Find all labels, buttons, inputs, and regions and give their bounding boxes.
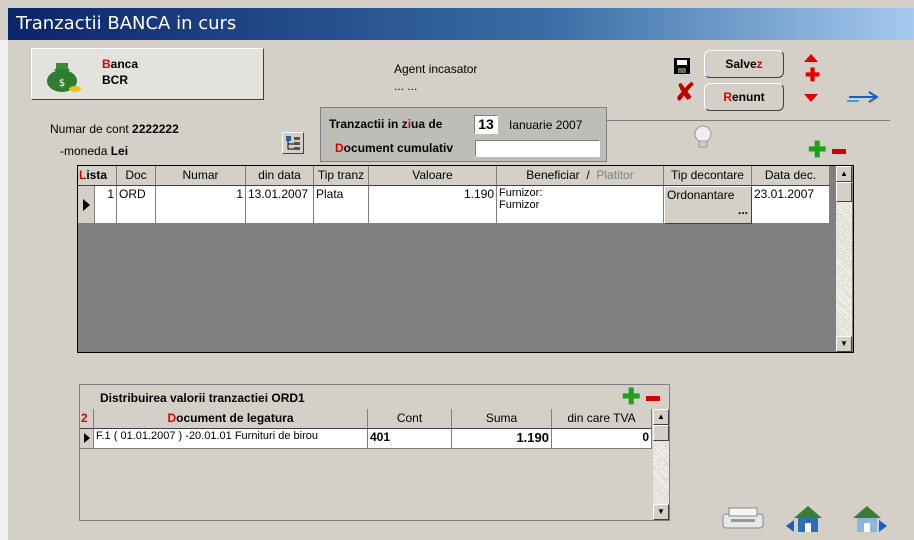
month-year: Ianuarie 2007 (509, 118, 583, 132)
beneficiar-value: Furnizor: (499, 187, 543, 199)
tip-decontare-button[interactable]: Ordonantare... (664, 186, 752, 224)
remove-distribution-icon[interactable] (646, 396, 660, 401)
dist-scroll-down-button[interactable]: ▼ (653, 504, 669, 520)
day-label: Tranzactii in ziua de (329, 117, 443, 131)
currency-row: -moneda Lei (60, 144, 128, 158)
printer-icon[interactable] (719, 505, 767, 531)
save-hotkey: z (756, 57, 763, 71)
cell-tip-tranz[interactable]: Plata (314, 186, 369, 224)
cell-document-legatura[interactable]: F.1 ( 01.01.2007 ) -20.01.01 Furnituri d… (94, 429, 368, 449)
add-row-icon[interactable]: ✚ (808, 139, 826, 161)
account-row: Numar de cont 2222222 (50, 122, 179, 136)
cancel-button[interactable]: Renunt (704, 83, 784, 111)
save-label: Salve (725, 57, 757, 71)
home-icon[interactable] (843, 500, 895, 536)
next-arrow-icon[interactable] (804, 94, 818, 102)
col-valoare[interactable]: Valoare (369, 166, 497, 186)
agent-label: Agent incasator (394, 62, 478, 76)
platitor-value: Furnizor (499, 199, 540, 211)
tree-icon (286, 136, 300, 150)
col-beneficiar[interactable]: Beneficiar / Platitor (497, 166, 664, 186)
dist-scroll-thumb[interactable] (653, 425, 669, 441)
cell-numar[interactable]: 1 (156, 186, 246, 224)
distribution-grid: 2 Document de legatura Cont Suma din car… (80, 409, 669, 520)
window-title-bar: Tranzactii BANCA in curs (8, 8, 914, 40)
floppy-disk-icon (674, 58, 690, 74)
left-edge (0, 40, 8, 540)
add-red-icon[interactable]: ✚ (805, 66, 820, 84)
swap-arrows-icon[interactable] (845, 88, 881, 106)
bank-label: anca (110, 57, 139, 71)
transactions-grid: Lista Doc Numar din data Tip tranz Valoa… (77, 165, 854, 353)
lightbulb-icon[interactable] (692, 124, 714, 150)
money-bag-icon: $ (47, 63, 81, 92)
bank-label-hotkey: B (102, 57, 111, 71)
cell-tva[interactable]: 0 (552, 429, 652, 449)
cell-doc[interactable]: ORD (117, 186, 156, 224)
dist-scroll-up-button[interactable]: ▲ (653, 409, 669, 425)
distribution-panel: Distribuirea valorii tranzactiei ORD1 ✚ … (79, 384, 670, 521)
col-cont[interactable]: Cont (368, 409, 452, 429)
table-row[interactable]: F.1 ( 01.01.2007 ) -20.01.01 Furnituri d… (80, 429, 652, 449)
row-indicator (80, 429, 94, 449)
col-numar[interactable]: Numar (156, 166, 246, 186)
divider (607, 120, 890, 121)
col-suma[interactable]: Suma (452, 409, 552, 429)
col-tip-tranz[interactable]: Tip tranz (314, 166, 369, 186)
day-panel: Tranzactii in ziua de 13 Ianuarie 2007 D… (320, 107, 607, 162)
agent-value[interactable]: ... ... (394, 79, 417, 93)
row-indicator (78, 186, 95, 224)
distribution-row-num: 2 (80, 409, 94, 429)
col-doc[interactable]: Doc (117, 166, 156, 186)
window-title: Tranzactii BANCA in curs (16, 13, 237, 34)
home-exit-icon[interactable] (784, 500, 836, 536)
currency-label: -moneda (60, 144, 108, 158)
cell-cont[interactable]: 401 (368, 429, 452, 449)
currency-value: Lei (110, 144, 129, 158)
remove-row-icon[interactable] (832, 149, 846, 154)
cumulative-input[interactable] (475, 140, 600, 157)
col-data-dec[interactable]: Data dec. (752, 166, 830, 186)
add-distribution-icon[interactable]: ✚ (622, 386, 640, 408)
col-document-legatura[interactable]: Document de legatura (94, 409, 368, 429)
scroll-up-button[interactable]: ▲ (836, 166, 852, 182)
tip-decontare-ellipsis: ... (737, 203, 748, 217)
cumulative-label: Document cumulativ (335, 141, 454, 155)
distribution-title: Distribuirea valorii tranzactiei ORD1 (100, 391, 305, 405)
cell-beneficiar[interactable]: Furnizor: Furnizor (497, 186, 664, 224)
cell-valoare[interactable]: 1.190 (369, 186, 497, 224)
cancel-label: enunt (732, 90, 765, 104)
cell-suma[interactable]: 1.190 (452, 429, 552, 449)
cell-lista[interactable]: 1 (95, 186, 117, 224)
bank-selector[interactable]: $ Banca BCR (31, 48, 264, 100)
table-row[interactable]: 1 ORD 1 13.01.2007 Plata 1.190 Furnizor:… (78, 186, 830, 224)
tree-view-button[interactable] (282, 132, 304, 154)
col-lista[interactable]: Lista (78, 166, 117, 186)
previous-arrow-icon[interactable] (804, 54, 818, 62)
col-din-data[interactable]: din data (246, 166, 314, 186)
cancel-x-icon: ✘ (674, 78, 696, 108)
save-button[interactable]: Salvez (704, 50, 784, 78)
col-tip-decontare[interactable]: Tip decontare (664, 166, 752, 186)
col-tva[interactable]: din care TVA (552, 409, 652, 429)
scroll-thumb[interactable] (836, 182, 852, 202)
day-input[interactable]: 13 (474, 115, 498, 134)
tip-decontare-value: Ordonantare (667, 188, 735, 202)
scroll-down-button[interactable]: ▼ (836, 336, 852, 352)
cell-data-dec[interactable]: 23.01.2007 (752, 186, 830, 224)
cancel-hotkey: R (723, 90, 732, 104)
svg-text:$: $ (59, 78, 65, 89)
bank-name: BCR (102, 73, 128, 87)
cell-din-data[interactable]: 13.01.2007 (246, 186, 314, 224)
account-label: Numar de cont (50, 122, 129, 136)
account-number: 2222222 (132, 122, 179, 136)
